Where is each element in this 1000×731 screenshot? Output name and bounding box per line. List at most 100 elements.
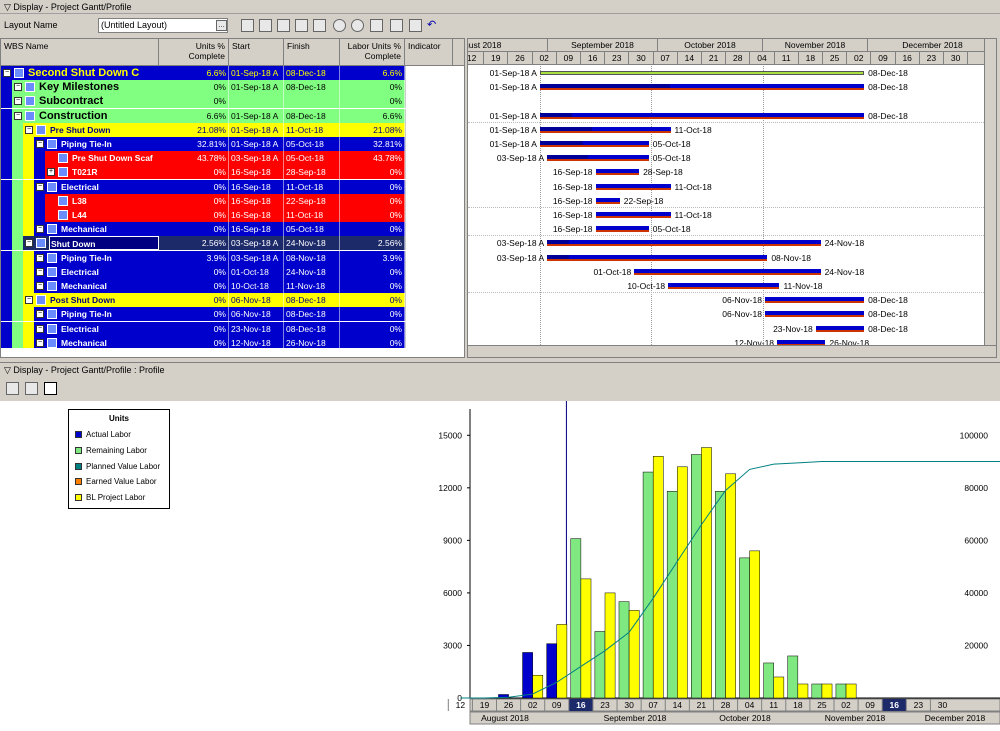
wbs-name[interactable]: Post Shut Down [49, 293, 159, 307]
spreadsheet-icon[interactable] [25, 382, 38, 395]
col-units-complete[interactable]: Units % Complete [159, 39, 229, 66]
col-indicator[interactable]: Indicator [405, 39, 453, 66]
table-row[interactable]: − Piping Tie-In 3.9% 03-Sep-18 A 08-Nov-18 3.… [1, 250, 464, 265]
table-row[interactable]: L38 0% 16-Sep-18 22-Sep-18 0% [1, 193, 464, 208]
legend-swatch [75, 494, 82, 501]
gantt-horizontal-scrollbar[interactable] [468, 345, 996, 357]
col-labor-complete[interactable]: Labor Units % Complete [340, 39, 405, 66]
expand-toggle-icon[interactable]: + [47, 168, 55, 177]
wbs-name[interactable]: T021R [71, 165, 159, 179]
cell-indicator [405, 165, 453, 180]
expand-toggle-icon[interactable]: − [36, 267, 44, 276]
col-finish[interactable]: Finish [284, 39, 340, 66]
table-row[interactable]: − Post Shut Down 0% 06-Nov-18 08-Dec-18 0% [1, 293, 464, 308]
month-tick-label: October 2018 [719, 713, 771, 723]
expand-toggle-icon[interactable]: − [25, 125, 33, 134]
table-row[interactable]: − Electrical 0% 23-Nov-18 08-Dec-18 0% [1, 321, 464, 336]
browse-layout-button[interactable]: … [216, 20, 227, 31]
wbs-name[interactable]: L44 [71, 208, 159, 222]
table-row[interactable]: − Construction 6.6% 01-Sep-18 A 08-Dec-18 6.6… [1, 108, 464, 123]
group-sort-icon[interactable] [277, 19, 290, 32]
wbs-name[interactable]: Second Shut Down C [27, 66, 159, 80]
expand-toggle-icon[interactable]: − [14, 111, 22, 120]
wbs-name[interactable]: Pre Shut Down [49, 123, 159, 137]
chart-icon[interactable] [409, 19, 422, 32]
expand-toggle-icon[interactable]: − [36, 140, 44, 148]
wbs-name[interactable]: Electrical [60, 322, 159, 336]
table-row[interactable]: − Subcontract 0% 0% [1, 94, 464, 109]
timescale-icon[interactable] [313, 19, 326, 32]
gantt-finish-label: 11-Oct-18 [674, 181, 712, 192]
table-row[interactable]: − Pre Shut Down 21.08% 01-Sep-18 A 11-Oct-18… [1, 122, 464, 137]
columns-icon[interactable] [259, 19, 272, 32]
table-row[interactable]: L44 0% 16-Sep-18 11-Oct-18 0% [1, 208, 464, 222]
expand-toggle-icon[interactable]: − [14, 97, 22, 106]
col-start[interactable]: Start [229, 39, 284, 66]
table-row[interactable]: − Second Shut Down C 6.6% 01-Sep-18 A 08-Dec… [1, 66, 464, 80]
expand-toggle-icon[interactable]: − [36, 324, 44, 333]
indent-stripe [1, 321, 12, 336]
cell-finish: 08-Dec-18 [284, 307, 340, 322]
wbs-name[interactable]: Mechanical [60, 222, 159, 236]
wbs-name[interactable]: Piping Tie-In [60, 251, 159, 265]
table-row[interactable]: − Key Milestones 0% 01-Sep-18 A 08-Dec-18 0% [1, 80, 464, 95]
expand-toggle-icon[interactable]: − [36, 182, 44, 191]
wbs-name[interactable]: Shut Down [49, 236, 159, 251]
wbs-name[interactable]: Key Milestones [38, 80, 159, 94]
indent-stripe [12, 279, 23, 293]
expand-toggle-icon[interactable]: − [36, 253, 44, 262]
layout-name-field[interactable]: (Untitled Layout) [98, 18, 228, 33]
zoom-in-icon[interactable] [333, 19, 346, 32]
month-label: October 2018 [658, 39, 763, 52]
expand-toggle-icon[interactable]: − [3, 69, 11, 77]
wbs-name[interactable]: Piping Tie-In [60, 307, 159, 321]
cell-indicator [405, 66, 453, 80]
bar-bl-project-labor [749, 550, 760, 699]
table-row[interactable]: − Electrical 0% 01-Oct-18 24-Nov-18 0% [1, 264, 464, 279]
expand-toggle-icon[interactable]: − [36, 310, 44, 319]
wbs-node-icon [47, 139, 57, 149]
y2-tick-label: 60000 [964, 535, 988, 545]
table-row[interactable]: − Shut Down 2.56% 03-Sep-18 A 24-Nov-18 2.56% [1, 236, 464, 251]
print-icon[interactable] [370, 19, 383, 32]
bars-icon[interactable] [241, 19, 254, 32]
gantt-finish-label: 08-Dec-18 [868, 110, 908, 121]
wbs-name[interactable]: Electrical [60, 180, 159, 194]
gantt-vertical-scrollbar[interactable] [984, 39, 996, 347]
cell-labor: 0% [340, 208, 405, 222]
profile-settings-icon[interactable] [6, 382, 19, 395]
expand-toggle-icon[interactable]: − [25, 296, 33, 305]
zoom-out-icon[interactable] [351, 19, 364, 32]
wbs-name[interactable]: Electrical [60, 265, 159, 279]
expand-toggle-icon[interactable]: − [25, 239, 33, 248]
wbs-name[interactable]: Construction [38, 109, 159, 123]
table-row[interactable]: Pre Shut Down Scaf 43.78% 03-Sep-18 A 05-Oc… [1, 151, 464, 166]
expand-toggle-icon[interactable]: − [14, 83, 22, 92]
table-row[interactable]: − Electrical 0% 16-Sep-18 11-Oct-18 0% [1, 179, 464, 194]
table-row[interactable]: − Piping Tie-In 0% 06-Nov-18 08-Dec-18 0% [1, 307, 464, 322]
gantt-milestone-bar[interactable] [539, 71, 865, 75]
undo-icon[interactable]: ↶ [427, 19, 440, 32]
col-wbs-name[interactable]: WBS Name [1, 39, 159, 66]
expand-toggle-icon[interactable]: − [36, 225, 44, 234]
wbs-name[interactable]: Pre Shut Down Scaf [71, 151, 159, 165]
expand-toggle-icon[interactable]: − [36, 282, 44, 290]
wbs-name[interactable]: Subcontract [38, 94, 159, 108]
wbs-name[interactable]: L38 [71, 194, 159, 208]
histogram-icon[interactable] [44, 382, 57, 395]
wbs-name[interactable]: Piping Tie-In [60, 137, 159, 151]
table-row[interactable]: − Mechanical 0% 10-Oct-18 11-Nov-18 0% [1, 279, 464, 293]
week-tick-label: 18 [793, 700, 803, 710]
table-row[interactable]: − Piping Tie-In 32.81% 01-Sep-18 A 05-Oct-18… [1, 137, 464, 151]
wbs-name[interactable]: Mechanical [60, 279, 159, 293]
table-row[interactable]: + T021R 0% 16-Sep-18 28-Sep-18 0% [1, 165, 464, 180]
table-row[interactable]: − Mechanical 0% 16-Sep-18 05-Oct-18 0% [1, 222, 464, 237]
bar-remaining-labor [618, 601, 630, 699]
filter-icon[interactable] [295, 19, 308, 32]
cell-finish: 08-Dec-18 [284, 66, 340, 80]
wbs-node-icon [36, 295, 46, 306]
collapse-icon[interactable]: ▽ [4, 2, 13, 12]
expand-toggle-icon[interactable]: − [36, 338, 44, 347]
table-icon[interactable] [390, 19, 403, 32]
collapse-profile-icon[interactable]: ▽ [4, 365, 13, 375]
